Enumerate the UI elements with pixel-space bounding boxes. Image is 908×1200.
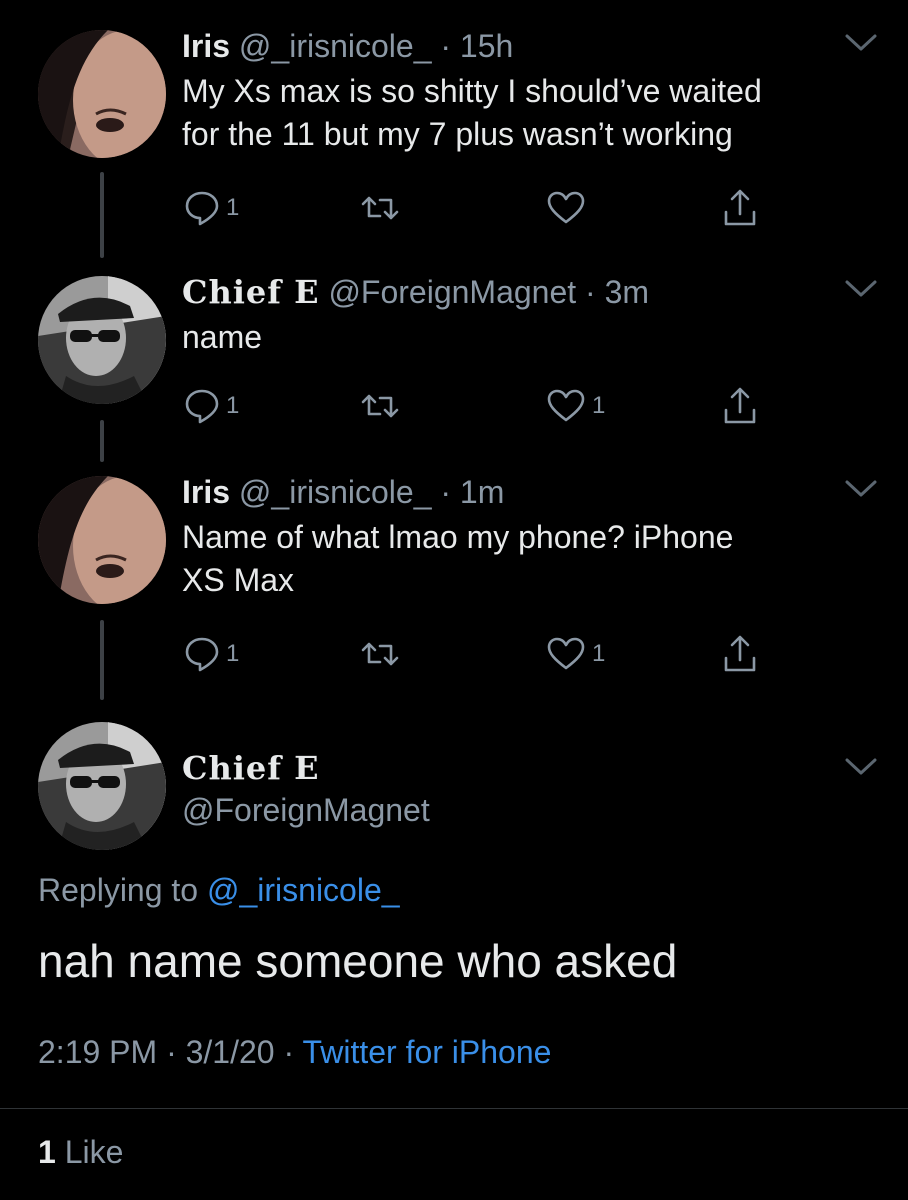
share-button[interactable] (722, 386, 758, 426)
tweet-text-line: Name of what lmao my phone? iPhone (182, 519, 734, 555)
tweet-actions: 1 1 (182, 384, 782, 428)
separator-dot: · (166, 1034, 177, 1070)
heart-icon (546, 190, 586, 226)
reply-icon (184, 388, 220, 424)
avatar-chief-e[interactable] (38, 722, 166, 850)
tweet-text: Name of what lmao my phone? iPhone XS Ma… (182, 516, 878, 602)
tweet-2[interactable]: Chief E @ForeignMagnet · 3m name (182, 272, 878, 359)
reply-count: 1 (226, 640, 240, 667)
tweet-time[interactable]: 15h (460, 28, 513, 64)
reply-icon (184, 636, 220, 672)
replying-prefix: Replying to (38, 872, 199, 908)
reply-count: 1 (226, 392, 240, 419)
main-tweet-text: nah name someone who asked (38, 935, 678, 987)
tweet-header: Chief E @ForeignMagnet · 3m (182, 272, 878, 312)
reply-button[interactable]: 1 (184, 388, 239, 424)
reply-button[interactable]: 1 (184, 190, 239, 226)
tweet-meta: 2:19 PM · 3/1/20 · Twitter for iPhone (38, 1032, 551, 1072)
tweet-header: Iris @_irisnicole_ · 1m (182, 472, 878, 512)
share-icon (722, 188, 758, 228)
display-name[interactable]: Chief E (182, 273, 320, 311)
retweet-button[interactable] (360, 636, 400, 672)
separator-dot: · (440, 28, 452, 64)
retweet-icon (360, 190, 400, 226)
like-count: 1 (592, 392, 606, 419)
user-handle[interactable]: @_irisnicole_ (239, 474, 432, 510)
share-icon (722, 386, 758, 426)
separator-dot: · (283, 1034, 295, 1070)
retweet-button[interactable] (360, 388, 400, 424)
tweet-actions: 1 (182, 186, 782, 230)
tweet-source-link[interactable]: Twitter for iPhone (302, 1034, 551, 1070)
likes-summary[interactable]: 1 Like (38, 1132, 123, 1172)
tweet-time[interactable]: 1m (460, 474, 504, 510)
like-button[interactable]: 1 (546, 388, 605, 424)
heart-icon (546, 636, 586, 672)
tweet-time[interactable]: 3m (605, 274, 649, 310)
heart-icon (546, 388, 586, 424)
replying-to: Replying to @_irisnicole_ (38, 870, 400, 910)
tweet-text: My Xs max is so shitty I should’ve waite… (182, 70, 878, 156)
divider (0, 1108, 908, 1109)
thread-line-3 (100, 620, 104, 700)
tweet-date: 3/1/20 (185, 1034, 275, 1070)
share-button[interactable] (722, 188, 758, 228)
retweet-button[interactable] (360, 190, 400, 226)
avatar-iris[interactable] (38, 476, 166, 604)
reply-icon (184, 190, 220, 226)
display-name[interactable]: Iris (182, 28, 230, 64)
tweet-time: 2:19 PM (38, 1034, 158, 1070)
separator-dot: · (440, 474, 452, 510)
replying-handle-link[interactable]: @_irisnicole_ (207, 872, 400, 908)
chevron-down-icon[interactable] (844, 478, 878, 500)
thread-line-2 (100, 420, 104, 462)
share-icon (722, 634, 758, 674)
share-button[interactable] (722, 634, 758, 674)
display-name[interactable]: Chief E (182, 748, 320, 788)
tweet-text-line: My Xs max is so shitty I should’ve waite… (182, 73, 762, 109)
tweet-text-line: for the 11 but my 7 plus wasn’t working (182, 116, 733, 152)
tweet-text: name (182, 316, 878, 359)
thread-line-1 (100, 172, 104, 258)
user-handle[interactable]: @_irisnicole_ (239, 28, 432, 64)
display-name[interactable]: Iris (182, 474, 230, 510)
separator-dot: · (585, 274, 596, 310)
avatar-iris[interactable] (38, 30, 166, 158)
likes-label: Like (64, 1134, 124, 1170)
tweet-text-line: name (182, 319, 263, 355)
user-handle[interactable]: @ForeignMagnet (182, 790, 430, 830)
tweet-text-line: XS Max (182, 562, 295, 598)
like-count: 1 (592, 640, 606, 667)
like-button[interactable]: 1 (546, 636, 605, 672)
like-button[interactable] (546, 190, 586, 226)
avatar-chief-e[interactable] (38, 276, 166, 404)
retweet-icon (360, 388, 400, 424)
tweet-header: Iris @_irisnicole_ · 15h (182, 26, 878, 66)
retweet-icon (360, 636, 400, 672)
reply-button[interactable]: 1 (184, 636, 239, 672)
tweet-3[interactable]: Iris @_irisnicole_ · 1m Name of what lma… (182, 472, 878, 602)
chevron-down-icon[interactable] (844, 756, 878, 778)
user-handle[interactable]: @ForeignMagnet (328, 274, 576, 310)
reply-count: 1 (226, 194, 240, 221)
tweet-actions: 1 1 (182, 632, 782, 676)
tweet-1[interactable]: Iris @_irisnicole_ · 15h My Xs max is so… (182, 26, 878, 156)
likes-count: 1 (38, 1134, 56, 1170)
chevron-down-icon[interactable] (844, 278, 878, 300)
chevron-down-icon[interactable] (844, 32, 878, 54)
